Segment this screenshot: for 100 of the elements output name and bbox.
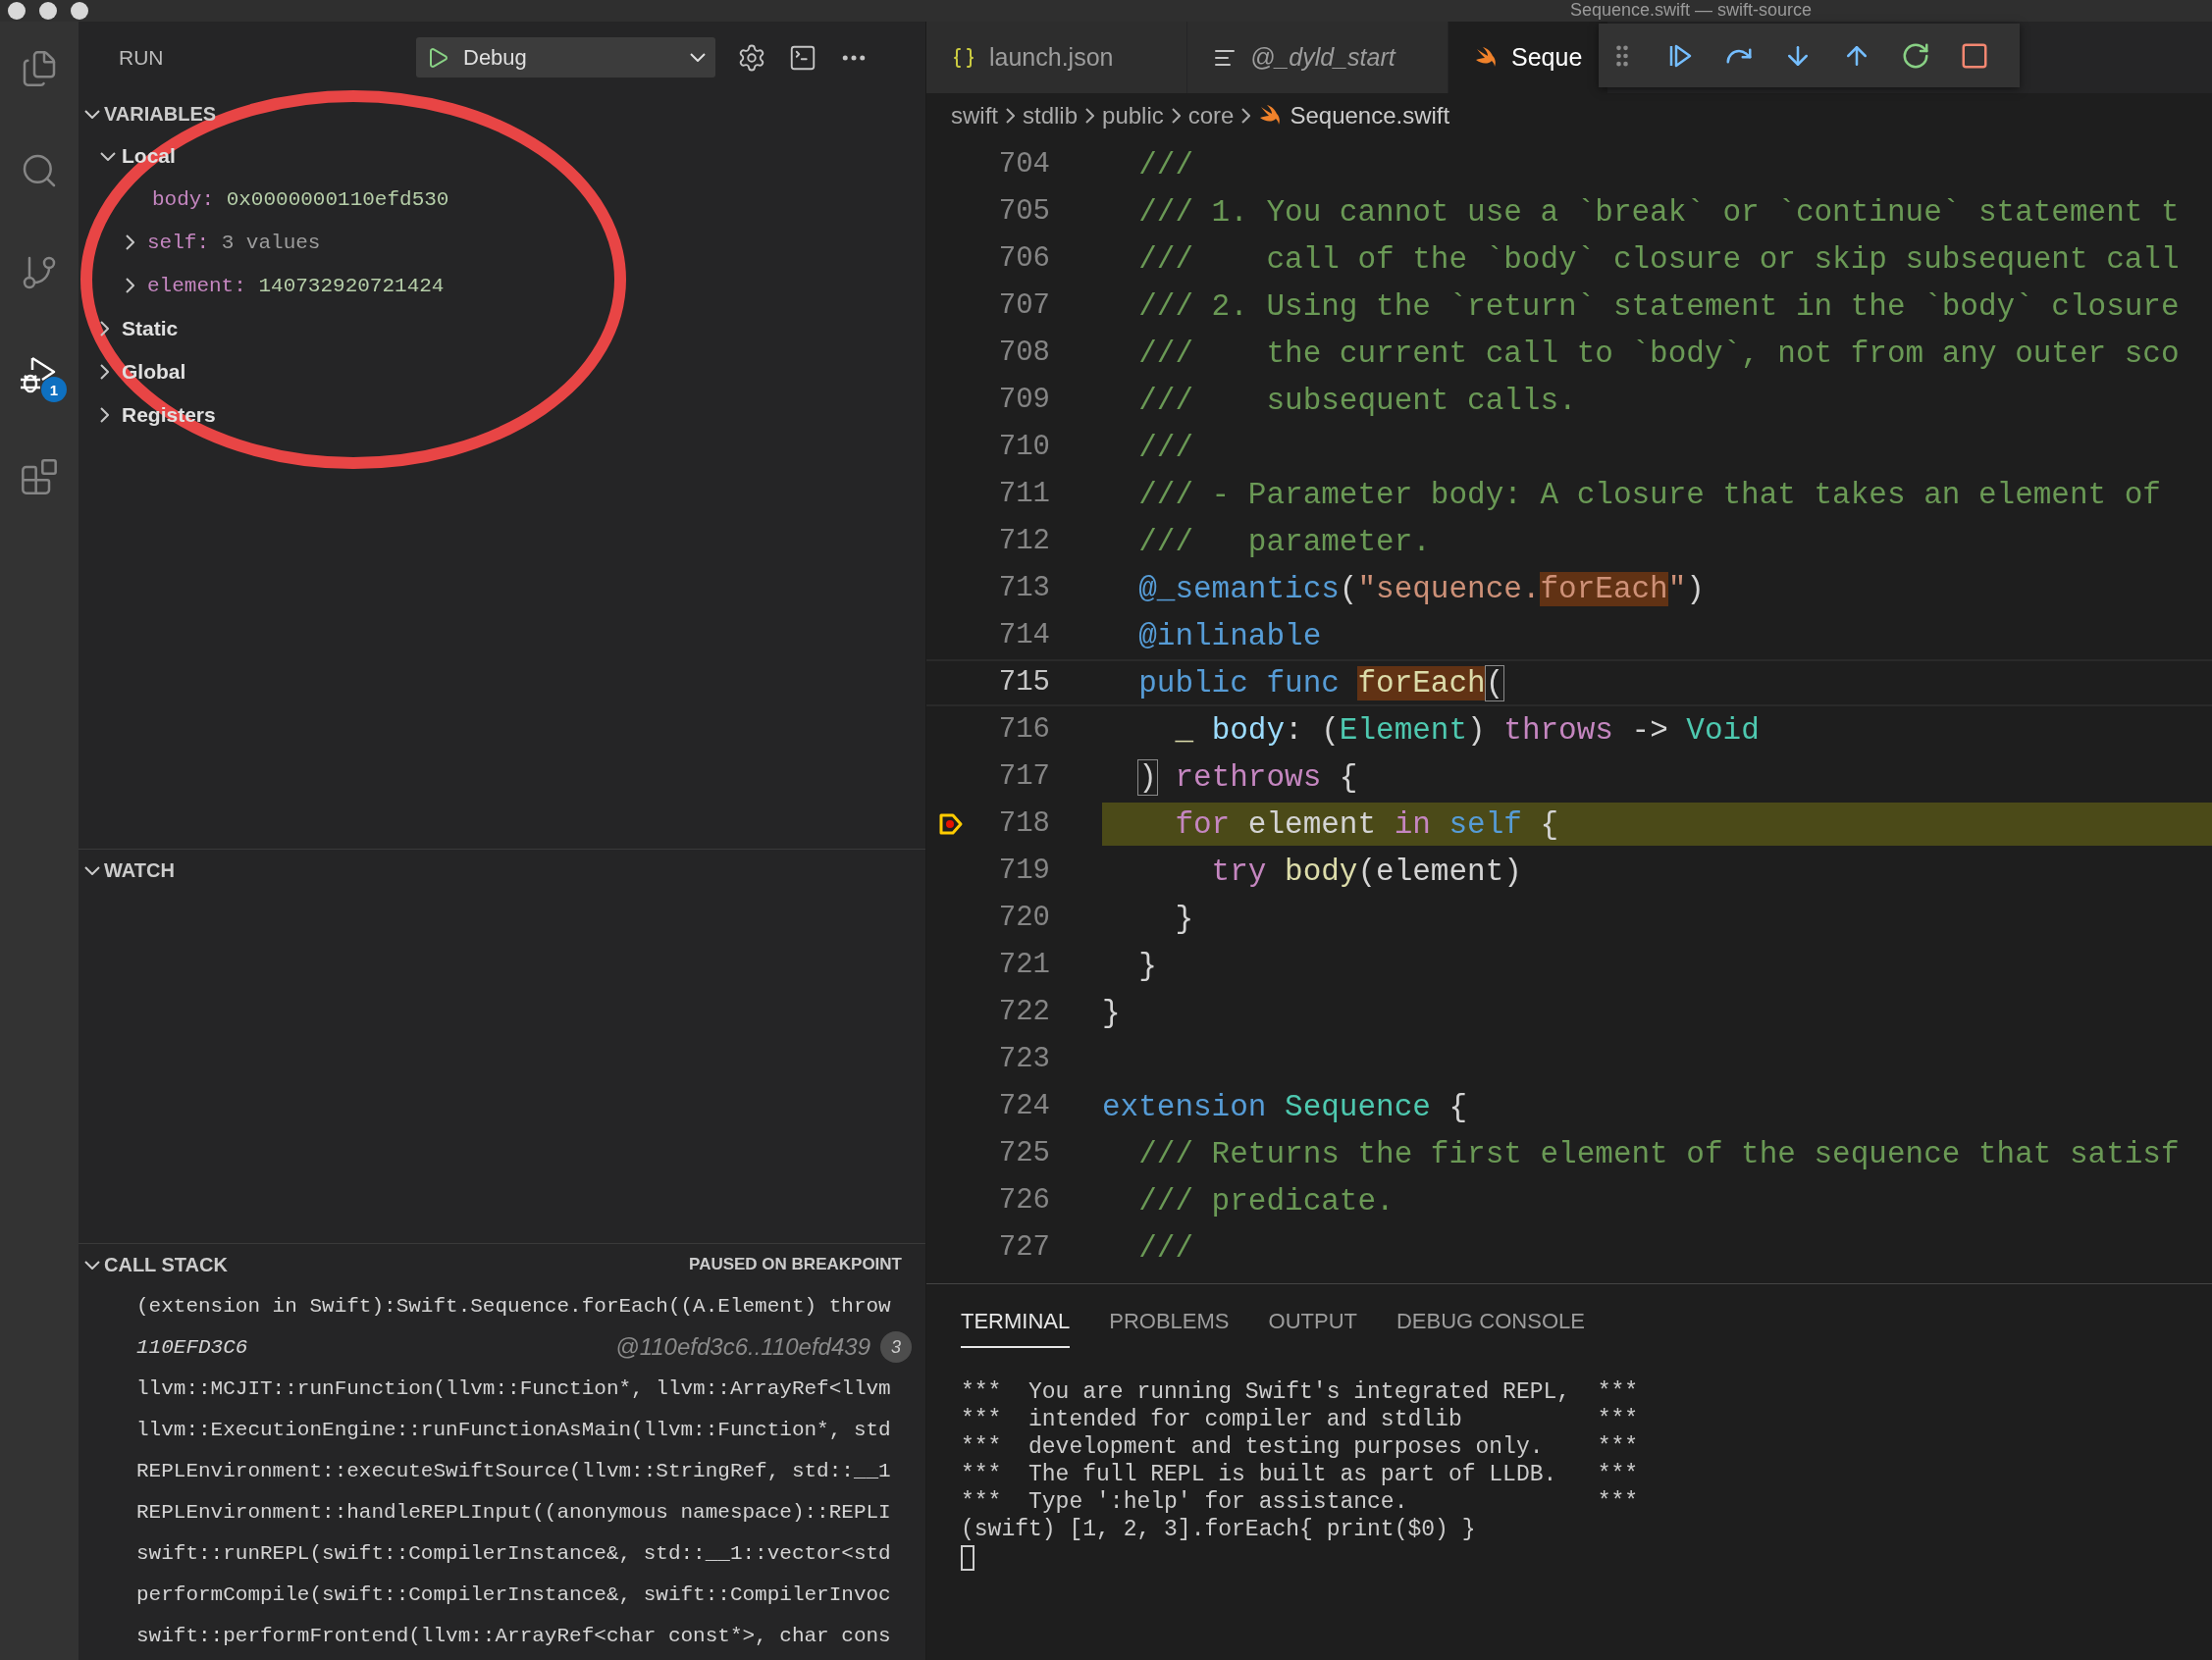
code-comment: /// <box>1137 147 1193 182</box>
stack-frame[interactable]: REPLEnvironment::handleREPLInput((anonymous namespace)::REPLI <box>136 1500 891 1524</box>
code-token: { <box>1338 759 1358 795</box>
line-number: 723 <box>997 1042 1050 1077</box>
window-control[interactable] <box>8 2 26 20</box>
code-bracket: ( <box>1485 665 1504 700</box>
variable-entry[interactable]: element: 140732920721424 <box>147 274 445 297</box>
extensions-icon[interactable] <box>20 457 59 496</box>
stack-frame[interactable]: swift::performFrontend(llvm::ArrayRef<char const*>, char cons <box>136 1624 891 1647</box>
breadcrumb-item[interactable]: stdlib <box>1023 101 1079 130</box>
panel-tab[interactable]: OUTPUT <box>1268 1299 1357 1348</box>
section-title: VARIABLES <box>104 102 218 126</box>
code-token: in <box>1394 806 1431 842</box>
line-number: 706 <box>997 241 1050 277</box>
notification-badge: 1 <box>41 377 67 402</box>
terminal-line: *** Type ':help' for assistance. *** <box>961 1488 1639 1516</box>
window-control[interactable] <box>39 2 57 20</box>
code-token: for <box>1174 806 1231 842</box>
variable-entry[interactable]: self: 3 values <box>147 231 321 254</box>
code-comment: /// <box>1137 430 1193 465</box>
section-title: CALL STACK <box>104 1253 229 1276</box>
code-token: body <box>1211 712 1286 748</box>
terminal-line: *** development and testing purposes only. *** <box>961 1433 1639 1461</box>
line-number: 714 <box>997 618 1050 653</box>
line-number: 711 <box>997 477 1050 512</box>
code-token: } <box>1174 901 1193 936</box>
caret-icon <box>690 53 706 62</box>
chevron-down-icon[interactable] <box>84 109 100 119</box>
code-comment: /// <box>1137 1230 1193 1266</box>
line-number: 721 <box>997 948 1050 983</box>
configuration-dropdown[interactable]: Debug <box>416 37 715 78</box>
code-token: ) <box>1686 571 1705 606</box>
section-title: WATCH <box>104 858 176 882</box>
stack-frame[interactable]: REPLEnvironment::executeSwiftSource(llvm::StringRef, std::__1 <box>136 1459 891 1482</box>
stack-frame[interactable]: llvm::ExecutionEngine::runFunctionAsMain(llvm::Function*, std <box>136 1418 891 1441</box>
status-label: PAUSED ON BREAKPOINT <box>689 1255 903 1274</box>
code-token: public func <box>1137 665 1341 700</box>
stack-frame[interactable]: llvm::MCJIT::runFunction(llvm::Function*, llvm::ArrayRef<llvm <box>136 1376 891 1400</box>
breadcrumb-item[interactable]: swift <box>951 101 998 130</box>
frame-count-badge: 3 <box>880 1331 912 1363</box>
code-token: try <box>1210 854 1267 889</box>
terminal-line: *** intended for compiler and stdlib *** <box>961 1406 1639 1433</box>
variable-entry[interactable]: body: 0x0000000110efd530 <box>152 187 449 211</box>
code-token: (element) <box>1357 854 1522 889</box>
chevron-down-icon[interactable] <box>84 865 100 875</box>
line-number: 709 <box>997 383 1050 418</box>
chevron-right-icon <box>1171 107 1181 124</box>
panel-tab[interactable]: TERMINAL <box>961 1299 1071 1348</box>
chevron-right-icon[interactable] <box>100 364 109 380</box>
code-token: _ <box>1174 712 1194 748</box>
line-number: 725 <box>997 1136 1050 1171</box>
stack-frame[interactable]: performCompile(swift::CompilerInstance&, swift::CompilerInvoc <box>136 1582 891 1606</box>
code-token: extension <box>1102 1089 1267 1124</box>
chevron-down-icon[interactable] <box>100 151 116 161</box>
panel-tab[interactable]: PROBLEMS <box>1109 1299 1230 1348</box>
chevron-right-icon[interactable] <box>100 321 109 337</box>
code-token: forEach <box>1357 665 1486 700</box>
settings-icon[interactable] <box>737 42 766 73</box>
chevron-right-icon[interactable] <box>100 407 109 423</box>
code-token: } <box>1102 995 1121 1030</box>
terminal-line: (swift) [1, 2, 3].forEach{ print($0) } <box>961 1516 1476 1543</box>
scope-label[interactable]: Static <box>122 317 179 340</box>
chevron-down-icon[interactable] <box>84 1260 100 1270</box>
code-token: -> <box>1630 712 1669 748</box>
code-comment: /// 2. Using the `return` statement in the `body` closure <box>1137 288 2180 324</box>
breadcrumb-item[interactable]: public <box>1102 101 1164 130</box>
code-string: forEach <box>1540 571 1668 606</box>
line-number: 710 <box>997 430 1050 465</box>
line-number: 715 <box>997 665 1050 700</box>
chevron-right-icon[interactable] <box>126 234 134 250</box>
chevron-right-icon[interactable] <box>126 278 134 293</box>
code-token: rethrows <box>1174 759 1322 795</box>
code-token: ( <box>1339 571 1358 606</box>
window-title: Sequence.swift — swift-source <box>1570 0 1813 20</box>
breadcrumb-item[interactable]: core <box>1187 101 1235 130</box>
code-token: element <box>1246 806 1378 842</box>
breadcrumb-item[interactable]: Sequence.swift <box>1290 101 1450 130</box>
editor-tab[interactable]: launch.json <box>926 22 1187 93</box>
editor-tab[interactable]: Seque <box>1448 22 1609 93</box>
window-control[interactable] <box>71 2 88 20</box>
code-token: { <box>1448 1089 1468 1124</box>
line-number: 719 <box>997 854 1050 889</box>
line-number: 713 <box>997 571 1050 606</box>
line-number: 708 <box>997 336 1050 371</box>
code-comment: /// predicate. <box>1137 1183 1395 1219</box>
code-comment: /// Returns the first element of the sequence that satisf <box>1137 1136 2180 1171</box>
code-token: { <box>1539 806 1559 842</box>
terminal-line: *** The full REPL is built as part of LLDB. *** <box>961 1461 1639 1488</box>
code-token: throws <box>1503 712 1613 748</box>
line-number: 704 <box>997 147 1050 182</box>
line-number: 722 <box>997 995 1050 1030</box>
braces-icon <box>952 45 975 70</box>
chevron-right-icon <box>1241 107 1251 124</box>
panel-tab[interactable]: DEBUG CONSOLE <box>1396 1299 1585 1348</box>
stack-frame[interactable]: (extension in Swift):Swift.Sequence.forEach((A.Element) throw <box>136 1294 891 1318</box>
code-comment: /// parameter. <box>1137 524 1431 559</box>
stack-frame[interactable]: swift::runREPL(swift::CompilerInstance&, std::__1::vector<std <box>136 1541 891 1565</box>
chevron-right-icon <box>1006 107 1015 124</box>
editor-tab[interactable]: @_dyld_start <box>1187 22 1448 93</box>
stack-frame[interactable]: 110EFD3C6 <box>136 1335 606 1359</box>
